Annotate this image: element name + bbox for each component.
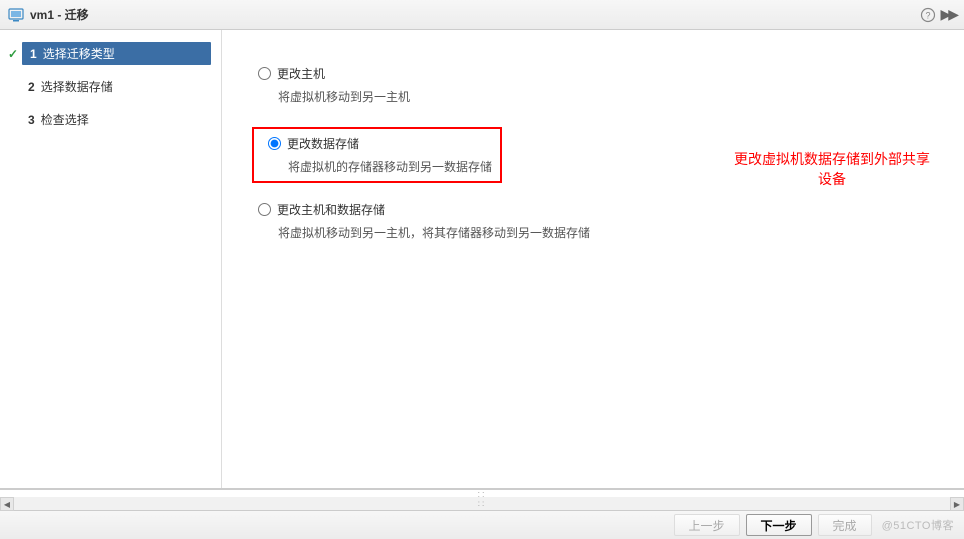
title-bar: vm1 - 迁移 ? ▶▶ <box>0 0 964 30</box>
option-desc: 将虚拟机的存储器移动到另一数据存储 <box>288 158 492 175</box>
option-title: 更改主机和数据存储 <box>277 201 385 218</box>
option-title: 更改数据存储 <box>287 135 359 152</box>
highlight-box: 更改数据存储 将虚拟机的存储器移动到另一数据存储 <box>252 127 502 183</box>
step-label: 选择迁移类型 <box>43 45 115 62</box>
radio-change-host[interactable] <box>258 67 271 80</box>
next-button[interactable]: 下一步 <box>746 514 812 536</box>
wizard-sidebar: ✓ 1 选择迁移类型 2 选择数据存储 3 检查选择 <box>0 30 222 488</box>
radio-change-datastore[interactable] <box>268 137 281 150</box>
option-title: 更改主机 <box>277 65 325 82</box>
finish-button[interactable]: 完成 <box>818 514 872 536</box>
check-icon: ✓ <box>8 47 22 61</box>
wizard-content: 更改主机 将虚拟机移动到另一主机 更改数据存储 将虚拟机的存储器移动到另一数据存… <box>222 30 964 488</box>
option-change-both: 更改主机和数据存储 将虚拟机移动到另一主机，将其存储器移动到另一数据存储 <box>252 201 944 241</box>
annotation-text: 更改虚拟机数据存储到外部共享设备 <box>732 150 932 189</box>
wizard-step-1[interactable]: ✓ 1 选择迁移类型 <box>0 38 221 69</box>
option-desc: 将虚拟机移动到另一主机 <box>278 88 944 105</box>
wizard-step-2[interactable]: 2 选择数据存储 <box>0 71 221 102</box>
expand-icon[interactable]: ▶▶ <box>940 6 956 23</box>
option-change-host: 更改主机 将虚拟机移动到另一主机 <box>252 65 944 105</box>
step-label: 检查选择 <box>41 111 89 128</box>
step-label: 选择数据存储 <box>41 78 113 95</box>
help-icon[interactable]: ? <box>920 7 936 23</box>
vm-icon <box>8 7 24 23</box>
radio-change-both[interactable] <box>258 203 271 216</box>
svg-text:?: ? <box>926 10 931 20</box>
resize-handle[interactable]: :: <box>0 489 964 497</box>
horizontal-scrollbar[interactable]: ◀ :: ▶ <box>0 497 964 511</box>
scroll-left-icon[interactable]: ◀ <box>0 497 14 511</box>
watermark: @51CTO博客 <box>882 517 954 533</box>
back-button[interactable]: 上一步 <box>674 514 740 536</box>
wizard-step-3[interactable]: 3 检查选择 <box>0 104 221 135</box>
option-desc: 将虚拟机移动到另一主机，将其存储器移动到另一数据存储 <box>278 224 944 241</box>
dialog-title: vm1 - 迁移 <box>30 6 89 23</box>
wizard-footer: 上一步 下一步 完成 @51CTO博客 <box>0 511 964 539</box>
